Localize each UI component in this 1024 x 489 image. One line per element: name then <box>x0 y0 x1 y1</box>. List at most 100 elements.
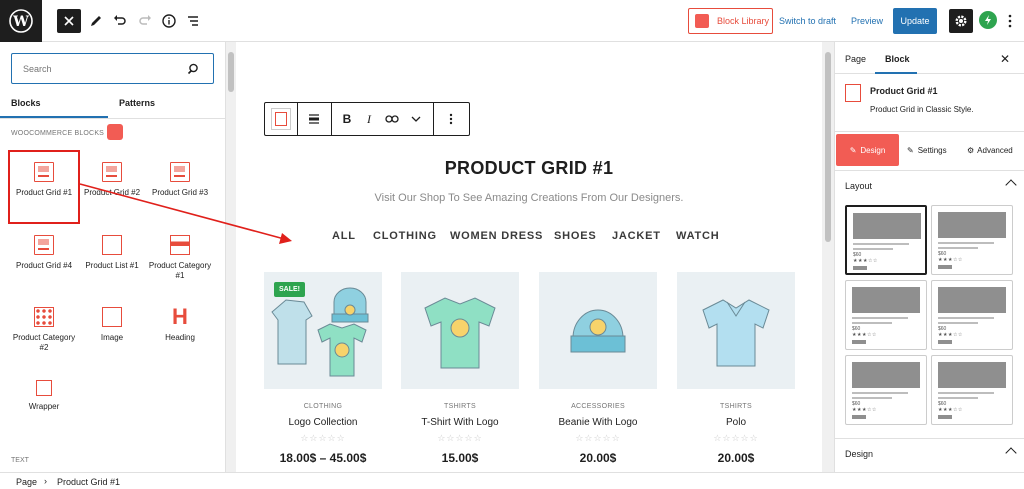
block-product-category-1[interactable]: Product Category #1 <box>145 235 215 281</box>
layout-option-5[interactable]: $60 ★★★☆☆ <box>845 355 927 425</box>
product-category[interactable]: ACCESSORIES <box>539 403 657 410</box>
thumb-line <box>852 397 892 399</box>
product-price: 15.00$ <box>441 451 479 465</box>
preview-button[interactable]: Preview <box>851 8 883 34</box>
more-options-icon[interactable] <box>1002 9 1018 33</box>
product-card[interactable]: TSHIRTS Polo ☆☆☆☆☆ 20.00$ <box>677 272 795 465</box>
tab-patterns[interactable]: Patterns <box>119 98 155 108</box>
block-label: Product Grid #2 <box>83 188 141 197</box>
italic-icon[interactable]: I <box>363 111 375 127</box>
segment-advanced[interactable]: ⚙ Advanced <box>967 134 1013 166</box>
breadcrumb-block[interactable]: Product Grid #1 <box>57 477 120 487</box>
block-type-icon[interactable] <box>271 108 291 130</box>
product-image[interactable] <box>677 272 795 389</box>
product-name[interactable]: Beanie With Logo <box>539 417 657 428</box>
product-image[interactable] <box>539 272 657 389</box>
thumb-line <box>852 317 908 319</box>
undo-icon[interactable] <box>108 9 132 33</box>
more-options-icon[interactable] <box>445 111 457 127</box>
product-card[interactable]: TSHIRTS T-Shirt With Logo ☆☆☆☆☆ 15.00$ <box>401 272 519 465</box>
block-product-list-1[interactable]: Product List #1 <box>77 235 147 271</box>
editor-canvas: B I PRODUCT GRID #1 Visit Our Shop To Se… <box>236 42 822 472</box>
close-icon[interactable]: ✕ <box>1000 52 1010 66</box>
star-rating: ☆☆☆☆☆ <box>300 433 346 443</box>
block-library-button[interactable]: Block Library <box>688 8 773 34</box>
thumb-button <box>938 415 952 419</box>
lightning-icon[interactable] <box>979 11 997 29</box>
category-text-title: TEXT <box>11 457 29 464</box>
filter-women-dress[interactable]: WOMEN DRESS <box>450 230 543 242</box>
thumb-button <box>938 340 952 344</box>
layout-option-2[interactable]: $60 ★★★☆☆ <box>931 205 1013 275</box>
block-card: Product Grid #1 Product Grid in Classic … <box>835 74 1024 132</box>
segment-settings[interactable]: ✎ Settings <box>907 134 947 166</box>
thumb-line <box>853 243 909 245</box>
thumb-stars: ★★★☆☆ <box>852 407 877 413</box>
segment-design[interactable]: ✎ Design <box>836 134 899 166</box>
thumb-image <box>853 213 921 239</box>
product-card[interactable]: SALE! CLOTHING Logo Collection ☆☆☆☆☆ 18.… <box>264 272 382 465</box>
layout-option-3[interactable]: $60 ★★★☆☆ <box>845 280 927 350</box>
block-product-grid-4[interactable]: Product Grid #4 <box>9 235 79 271</box>
close-icon[interactable] <box>57 9 81 33</box>
block-product-grid-3[interactable]: Product Grid #3 <box>145 162 215 198</box>
tab-page[interactable]: Page <box>845 54 866 64</box>
page-title[interactable]: PRODUCT GRID #1 <box>236 158 822 179</box>
filter-shoes[interactable]: SHOES <box>554 230 597 242</box>
bold-icon[interactable]: B <box>339 111 355 127</box>
filter-all[interactable]: ALL <box>332 230 356 242</box>
chevron-down-icon[interactable] <box>409 111 423 127</box>
inserter-scrollbar[interactable] <box>226 42 236 472</box>
canvas-scrollbar[interactable] <box>822 42 834 472</box>
layout-label: Layout <box>845 181 873 191</box>
info-icon[interactable] <box>157 9 181 33</box>
block-product-category-2[interactable]: Product Category #2 <box>9 307 79 353</box>
link-icon[interactable] <box>383 111 401 127</box>
block-image[interactable]: Image <box>77 307 147 343</box>
block-toolbar: B I <box>264 102 470 136</box>
block-label: Product Grid #3 <box>151 188 209 197</box>
layout-option-4[interactable]: $60 ★★★☆☆ <box>931 280 1013 350</box>
search-input[interactable]: Search <box>11 53 214 84</box>
product-name[interactable]: Polo <box>677 417 795 428</box>
layout-panel-header[interactable]: Layout <box>835 170 1024 200</box>
design-panel-header[interactable]: Design <box>835 438 1024 468</box>
block-wrapper[interactable]: Wrapper <box>9 380 79 412</box>
redo-icon[interactable] <box>133 9 157 33</box>
breadcrumb-page[interactable]: Page <box>16 477 37 487</box>
filter-clothing[interactable]: CLOTHING <box>373 230 437 242</box>
product-card[interactable]: ACCESSORIES Beanie With Logo ☆☆☆☆☆ 20.00… <box>539 272 657 465</box>
product-category-icon <box>170 235 190 255</box>
separator <box>433 103 434 135</box>
block-product-grid-2[interactable]: Product Grid #2 <box>77 162 147 198</box>
product-category[interactable]: TSHIRTS <box>401 403 519 410</box>
tab-blocks[interactable]: Blocks <box>11 98 41 108</box>
layout-option-1[interactable]: $60 ★★★☆☆ <box>845 205 927 275</box>
product-name[interactable]: Logo Collection <box>264 417 382 428</box>
product-category[interactable]: CLOTHING <box>264 403 382 410</box>
filter-watch[interactable]: WATCH <box>676 230 720 242</box>
product-image[interactable]: SALE! <box>264 272 382 389</box>
pencil-icon[interactable] <box>84 9 108 33</box>
page-subtitle[interactable]: Visit Our Shop To See Amazing Creations … <box>236 192 822 204</box>
segment-label: Settings <box>917 145 947 155</box>
layout-option-6[interactable]: $60 ★★★☆☆ <box>931 355 1013 425</box>
list-view-icon[interactable] <box>181 9 205 33</box>
product-name[interactable]: T-Shirt With Logo <box>401 417 519 428</box>
align-icon[interactable] <box>305 111 323 127</box>
block-library-label: Block Library <box>717 16 770 26</box>
product-category[interactable]: TSHIRTS <box>677 403 795 410</box>
product-grid-icon <box>34 235 54 255</box>
scrollbar-thumb[interactable] <box>228 52 234 92</box>
product-image[interactable] <box>401 272 519 389</box>
block-heading[interactable]: H Heading <box>145 306 215 343</box>
tab-block[interactable]: Block <box>885 54 910 64</box>
filter-jacket[interactable]: JACKET <box>612 230 661 242</box>
block-card-title: Product Grid #1 <box>870 86 938 96</box>
switch-to-draft-button[interactable]: Switch to draft <box>779 8 836 34</box>
update-button[interactable]: Update <box>893 8 937 34</box>
thumb-line <box>938 247 978 249</box>
scrollbar-thumb[interactable] <box>825 52 831 242</box>
gear-icon[interactable] <box>949 9 973 33</box>
wordpress-logo-icon[interactable]: W <box>0 0 42 42</box>
